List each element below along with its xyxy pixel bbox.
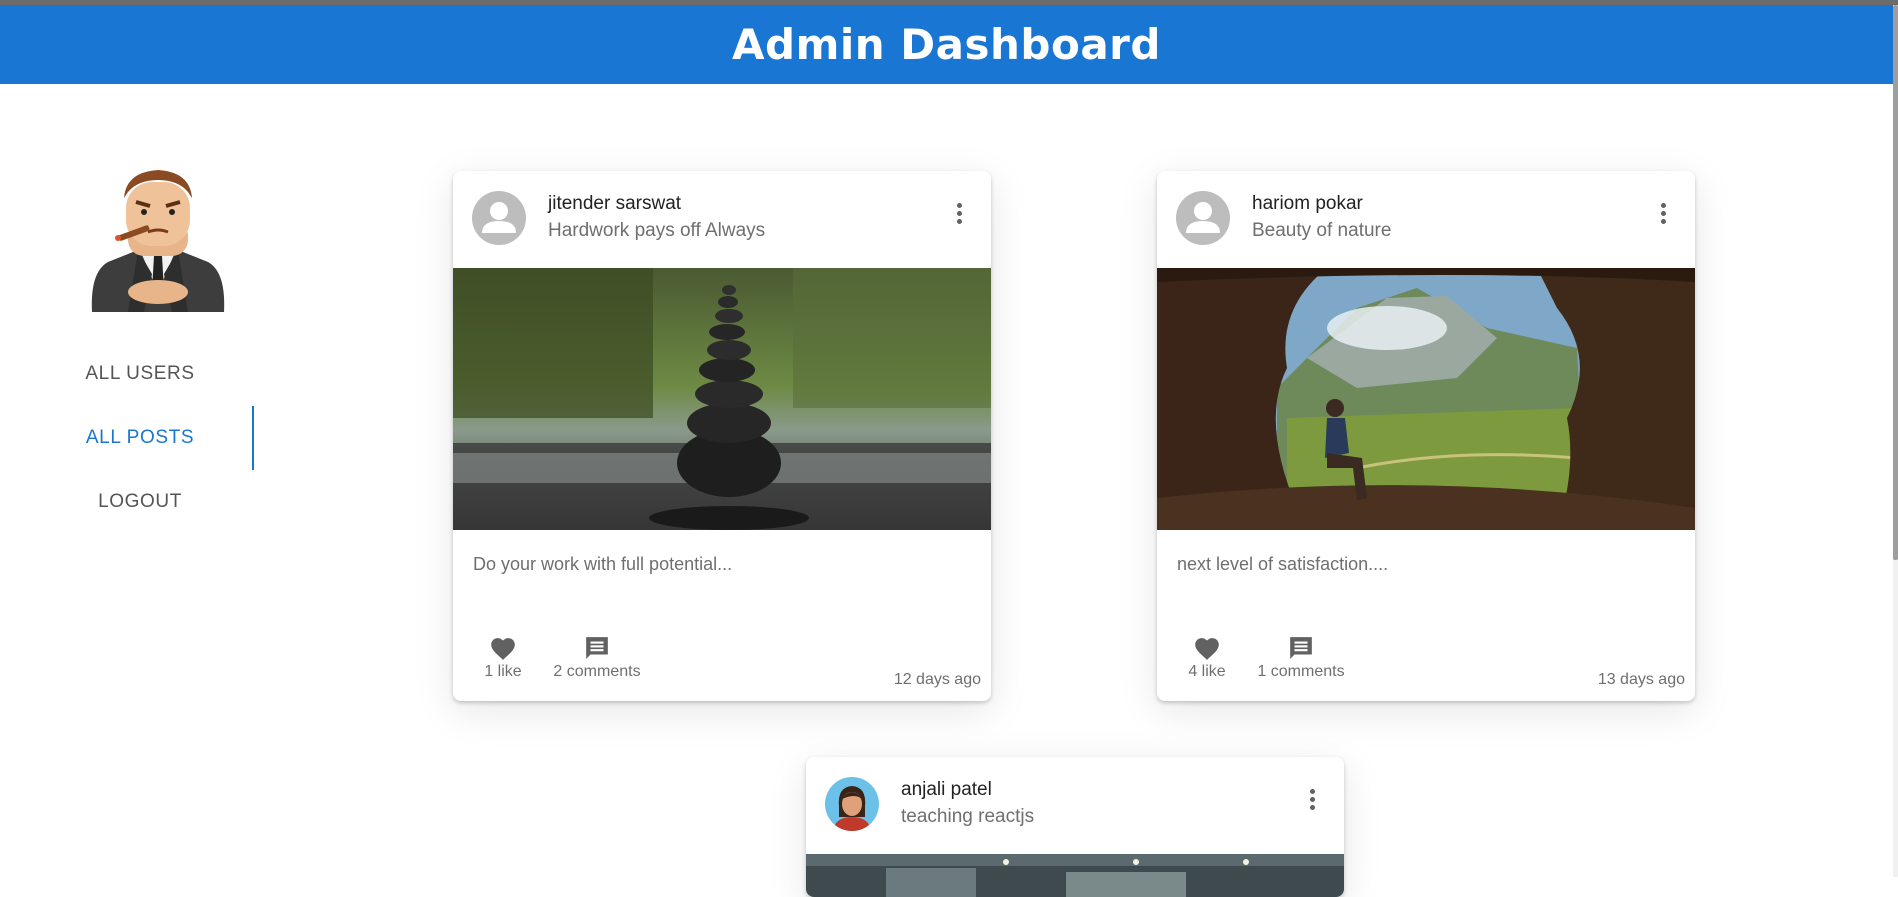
post-time: 13 days ago [1597,671,1685,688]
like-button[interactable]: 4 like [1183,635,1231,681]
default-person-icon [472,191,526,245]
comment-count: 1 comments [1257,663,1345,680]
post-header: anjali patel teaching reactjs [806,757,1344,854]
comment-button[interactable]: 1 comments [1241,635,1361,681]
post-time: 12 days ago [893,671,981,688]
post-image-classroom [806,854,1344,897]
post-subtitle: Beauty of nature [1252,220,1392,241]
post-header: hariom pokar Beauty of nature [1157,171,1695,268]
heart-icon [491,638,515,660]
post-card: anjali patel teaching reactjs [806,757,1344,897]
post-author: hariom pokar [1252,193,1363,214]
like-count: 1 like [484,663,522,680]
heart-icon [1195,638,1219,660]
post-author: jitender sarswat [548,193,682,214]
comment-icon [586,637,608,659]
post-header: jitender sarswat Hardwork pays off Alway… [453,171,991,268]
post-subtitle: Hardwork pays off Always [548,220,766,241]
post-caption: next level of satisfaction.... [1177,554,1389,574]
scrollbar-thumb[interactable] [1893,5,1898,560]
sidebar: ALL USERS ALL POSTS LOGOUT [0,84,256,877]
post-card: hariom pokar Beauty of nature next level… [1157,171,1695,701]
default-person-icon [1176,191,1230,245]
like-count: 4 like [1188,663,1226,680]
post-subtitle: teaching reactjs [901,806,1035,827]
woman-avatar-icon [825,777,879,831]
post-author: anjali patel [901,779,992,800]
admin-cartoon-avatar-icon [91,170,225,312]
comment-icon [1290,637,1312,659]
post-card: jitender sarswat Hardwork pays off Alway… [453,171,991,701]
like-button[interactable]: 1 like [479,635,527,681]
post-image-stones [453,268,991,530]
nav-all-posts[interactable]: ALL POSTS [0,414,280,462]
app-header: Admin Dashboard [0,5,1893,84]
more-vert-icon[interactable] [1659,203,1667,229]
comment-button[interactable]: 2 comments [537,635,657,681]
post-image-mountain [1157,268,1695,530]
comment-count: 2 comments [553,663,641,680]
active-tab-indicator [252,406,254,470]
nav-all-users[interactable]: ALL USERS [0,350,280,398]
more-vert-icon[interactable] [955,203,963,229]
page-scrollbar[interactable] [1893,5,1898,877]
more-vert-icon[interactable] [1308,789,1316,815]
nav-logout[interactable]: LOGOUT [0,478,280,526]
page-title: Admin Dashboard [732,20,1161,69]
admin-avatar [88,162,228,312]
post-caption: Do your work with full potential... [473,554,733,574]
